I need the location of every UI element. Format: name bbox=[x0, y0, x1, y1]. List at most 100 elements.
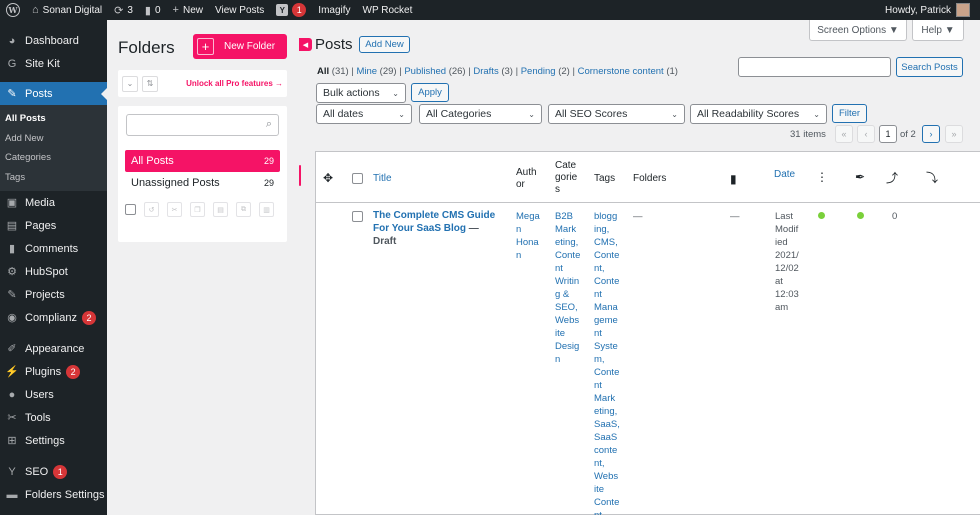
undo-icon[interactable]: ↺ bbox=[144, 202, 159, 217]
view-posts-link[interactable]: View Posts bbox=[209, 0, 270, 20]
view-cornerstone[interactable]: Cornerstone content bbox=[578, 66, 664, 77]
outgoing-links-count: 0 bbox=[892, 211, 898, 222]
submenu-tags[interactable]: Tags bbox=[0, 168, 107, 188]
wp-logo-menu[interactable]: W bbox=[0, 0, 26, 20]
post-search-input[interactable] bbox=[738, 57, 891, 77]
panel-resize-handle[interactable] bbox=[299, 165, 301, 186]
move-icon[interactable]: ✥ bbox=[323, 171, 333, 185]
duplicate-icon[interactable]: ⧉ bbox=[236, 202, 251, 217]
select-all-folders-checkbox[interactable] bbox=[125, 204, 136, 215]
menu-settings[interactable]: ⊞ Settings bbox=[0, 429, 107, 452]
menu-users[interactable]: ● Users bbox=[0, 383, 107, 406]
menu-media[interactable]: ▣ Media bbox=[0, 191, 107, 214]
new-content-link[interactable]: + New bbox=[167, 0, 209, 20]
outgoing-links-icon[interactable]: ⤴ bbox=[886, 169, 898, 186]
menu-plugins[interactable]: ⚡ Plugins 2 bbox=[0, 360, 107, 383]
menu-seo[interactable]: Y SEO 1 bbox=[0, 460, 107, 483]
menu-appearance[interactable]: ✐ Appearance bbox=[0, 337, 107, 360]
add-new-post-button[interactable]: Add New bbox=[359, 36, 410, 53]
menu-comments[interactable]: ▮ Comments bbox=[0, 237, 107, 260]
post-author-link[interactable]: Mega n Hona n bbox=[516, 210, 540, 262]
view-mine[interactable]: Mine bbox=[356, 66, 377, 77]
collapse-icon[interactable]: ⌄ bbox=[122, 75, 138, 92]
post-folders: — bbox=[633, 211, 643, 222]
help-button[interactable]: Help ▼ bbox=[912, 20, 964, 41]
submenu-all-posts[interactable]: All Posts bbox=[0, 109, 107, 129]
menu-posts[interactable]: ✎ Posts bbox=[0, 82, 107, 105]
view-pending[interactable]: Pending bbox=[521, 66, 556, 77]
incoming-links-icon[interactable]: ⤵ bbox=[926, 169, 938, 186]
comments-link[interactable]: ▮ 0 bbox=[139, 0, 167, 20]
home-icon: ⌂ bbox=[32, 4, 39, 16]
folder-unassigned-posts[interactable]: Unassigned Posts 29 bbox=[125, 172, 280, 194]
seo-badge: 1 bbox=[53, 464, 68, 479]
sort-icon[interactable]: ⇅ bbox=[142, 75, 158, 92]
paste-icon[interactable]: ▤ bbox=[213, 202, 228, 217]
post-tags[interactable]: blogg ing, CMS, Conte nt, Conte nt Mana … bbox=[594, 210, 620, 515]
column-date[interactable]: Date bbox=[774, 169, 795, 181]
apply-button[interactable]: Apply bbox=[411, 83, 449, 102]
folders-title: Folders bbox=[118, 38, 175, 57]
column-title[interactable]: Title bbox=[373, 173, 392, 185]
folder-search-input[interactable]: ⌕ bbox=[126, 114, 279, 136]
readability-icon[interactable]: ✒ bbox=[855, 170, 865, 184]
screen-options-button[interactable]: Screen Options ▼ bbox=[809, 20, 907, 41]
unlock-pro-link[interactable]: Unlock all Pro features → bbox=[186, 79, 283, 88]
column-categories: Cate gorie s bbox=[555, 160, 578, 195]
seo-score-filter-select[interactable]: All SEO Scores ⌄ bbox=[548, 104, 685, 124]
users-icon: ● bbox=[8, 388, 16, 401]
menu-folders-settings[interactable]: ▬ Folders Settings bbox=[0, 483, 107, 506]
bulk-actions-select[interactable]: Bulk actions ⌄ bbox=[316, 83, 406, 103]
yoast-seo-menu[interactable]: Y1 bbox=[270, 0, 312, 20]
search-posts-button[interactable]: Search Posts bbox=[896, 57, 963, 77]
complianz-icon: ◉ bbox=[7, 312, 17, 324]
last-page-button[interactable]: » bbox=[945, 125, 963, 143]
collapse-folders-icon[interactable]: ◀ bbox=[299, 38, 312, 51]
wp-rocket-menu[interactable]: WP Rocket bbox=[357, 0, 419, 20]
current-page-input[interactable]: 1 bbox=[879, 125, 897, 143]
row-checkbox[interactable] bbox=[352, 211, 363, 222]
post-categories[interactable]: B2B Mark eting, Conte nt Writin g & SEO,… bbox=[555, 210, 580, 366]
readability-score-dot bbox=[857, 212, 864, 219]
yoast-icon: Y bbox=[276, 4, 289, 16]
post-date: Last Modif ied 2021/ 12/02 at 12:03 am bbox=[775, 211, 799, 313]
menu-hubspot[interactable]: ⚙ HubSpot bbox=[0, 260, 107, 283]
submenu-add-new[interactable]: Add New bbox=[0, 129, 107, 149]
cut-icon[interactable]: ✂ bbox=[167, 202, 182, 217]
comments-column-icon[interactable]: ▮ bbox=[730, 172, 737, 186]
date-filter-select[interactable]: All dates ⌄ bbox=[316, 104, 412, 124]
menu-pages[interactable]: ▤ Pages bbox=[0, 214, 107, 237]
seo-score-icon[interactable]: ⋮ bbox=[816, 170, 828, 184]
seo-notification-badge: 1 bbox=[292, 3, 307, 17]
select-all-checkbox[interactable] bbox=[352, 173, 363, 184]
menu-projects[interactable]: ✎ Projects bbox=[0, 283, 107, 306]
updates-link[interactable]: ⟳ 3 bbox=[108, 0, 139, 20]
post-title: The Complete CMS Guide For Your SaaS Blo… bbox=[373, 209, 503, 248]
menu-complianz[interactable]: ◉ Complianz 2 bbox=[0, 306, 107, 329]
site-name-link[interactable]: ⌂ Sonan Digital bbox=[26, 0, 108, 20]
wordpress-icon: W bbox=[6, 3, 20, 17]
new-folder-button[interactable]: + New Folder bbox=[193, 34, 287, 59]
folder-tools: ↺ ✂ ❐ ▤ ⧉ ▥ bbox=[125, 202, 282, 217]
seo-score-dot bbox=[818, 212, 825, 219]
menu-tools[interactable]: ✂ Tools bbox=[0, 406, 107, 429]
view-all[interactable]: All bbox=[317, 66, 329, 77]
menu-dashboard[interactable]: ◕ Dashboard bbox=[0, 29, 107, 52]
admin-bar: W ⌂ Sonan Digital ⟳ 3 ▮ 0 + New View Posts Y… bbox=[0, 0, 980, 20]
first-page-button: « bbox=[835, 125, 853, 143]
filter-button[interactable]: Filter bbox=[832, 104, 867, 123]
my-account-menu[interactable]: Howdy, Patrick bbox=[879, 0, 976, 20]
view-published[interactable]: Published bbox=[404, 66, 446, 77]
trash-icon[interactable]: ▥ bbox=[259, 202, 274, 217]
category-filter-select[interactable]: All Categories ⌄ bbox=[419, 104, 542, 124]
menu-site-kit[interactable]: G Site Kit bbox=[0, 52, 107, 75]
submenu-categories[interactable]: Categories bbox=[0, 148, 107, 168]
next-page-button[interactable]: › bbox=[922, 125, 940, 143]
folder-all-posts[interactable]: All Posts 29 bbox=[125, 150, 280, 172]
comments-icon: ▮ bbox=[8, 243, 16, 255]
column-folders: Folders bbox=[633, 173, 667, 184]
copy-icon[interactable]: ❐ bbox=[190, 202, 205, 217]
view-drafts[interactable]: Drafts bbox=[473, 66, 498, 77]
readability-filter-select[interactable]: All Readability Scores ⌄ bbox=[690, 104, 827, 124]
imagify-menu[interactable]: Imagify bbox=[312, 0, 356, 20]
